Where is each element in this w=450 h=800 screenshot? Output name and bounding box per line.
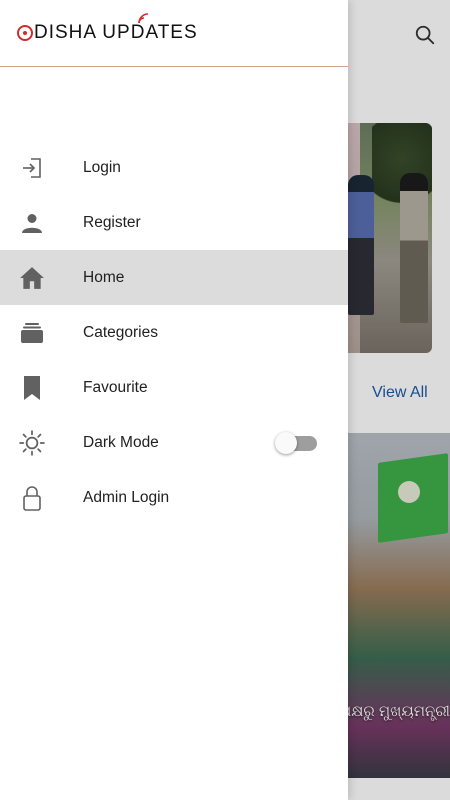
categories-icon [18, 319, 46, 347]
drawer-menu: Login Register Home Categories Favourite… [0, 140, 348, 525]
person-icon [18, 209, 46, 237]
bookmark-icon [18, 374, 46, 402]
menu-item-home[interactable]: Home [0, 250, 348, 305]
menu-item-label: Login [83, 158, 121, 176]
menu-item-label: Admin Login [83, 488, 170, 506]
menu-item-label: Dark Mode [83, 433, 159, 451]
menu-item-label: Favourite [83, 378, 148, 396]
menu-item-label: Home [83, 268, 125, 286]
home-icon [18, 264, 46, 292]
menu-item-login[interactable]: Login [0, 140, 348, 195]
menu-item-categories[interactable]: Categories [0, 305, 348, 360]
app-logo: DISHA UP D ATES [17, 13, 198, 46]
menu-item-register[interactable]: Register [0, 195, 348, 250]
menu-item-favourite[interactable]: Favourite [0, 360, 348, 415]
lock-icon [18, 484, 46, 512]
menu-item-dark-mode: Dark Mode [0, 415, 348, 470]
broadcast-icon [137, 13, 148, 24]
drawer-header: DISHA UP D ATES [0, 0, 348, 67]
menu-item-label: Register [83, 213, 141, 231]
menu-item-admin-login[interactable]: Admin Login [0, 470, 348, 525]
logo-o-icon [17, 25, 33, 41]
menu-item-label: Categories [83, 323, 158, 341]
dark-mode-toggle[interactable] [275, 431, 317, 455]
sun-icon [18, 429, 46, 457]
navigation-drawer: DISHA UP D ATES Login Register Home Cate… [0, 0, 348, 800]
toggle-thumb [275, 431, 297, 454]
login-icon [18, 154, 46, 182]
